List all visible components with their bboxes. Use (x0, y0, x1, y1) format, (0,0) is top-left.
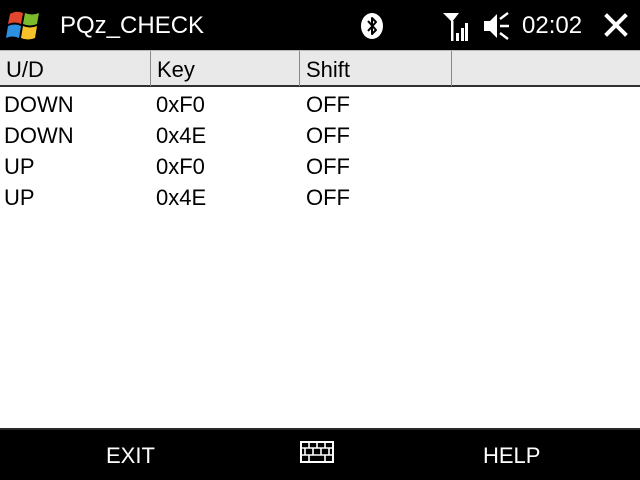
table-row[interactable]: UP 0xF0 OFF (0, 150, 640, 181)
close-icon[interactable] (604, 13, 628, 37)
column-header-shift[interactable]: Shift (300, 51, 452, 86)
keyboard-icon[interactable] (300, 441, 334, 463)
key-event-list: DOWN 0xF0 OFF DOWN 0x4E OFF UP 0xF0 OFF … (0, 88, 640, 212)
signal-icon[interactable] (442, 11, 468, 43)
cell-ud: DOWN (4, 123, 74, 148)
cell-key: 0x4E (156, 123, 207, 148)
clock[interactable]: 02:02 (522, 12, 582, 40)
cell-shift: OFF (306, 92, 350, 117)
cell-key: 0xF0 (156, 92, 205, 117)
softkey-bar: EXIT HELP (0, 428, 640, 480)
cell-shift: OFF (306, 154, 350, 179)
cell-shift: OFF (306, 185, 350, 210)
list-header: U/D Key Shift (0, 50, 640, 87)
app-title: PQz_CHECK (60, 12, 205, 39)
cell-key: 0x4E (156, 185, 207, 210)
column-header-key[interactable]: Key (151, 51, 300, 86)
table-row[interactable]: UP 0x4E OFF (0, 181, 640, 212)
cell-ud: UP (4, 185, 35, 210)
exit-softkey[interactable]: EXIT (106, 442, 155, 470)
title-bar: PQz_CHECK 02:02 (0, 0, 640, 50)
bluetooth-icon[interactable] (360, 12, 384, 40)
cell-shift: OFF (306, 123, 350, 148)
volume-muted-icon[interactable] (482, 11, 510, 41)
windows-start-icon[interactable] (4, 6, 44, 46)
column-header-ud[interactable]: U/D (0, 51, 151, 86)
cell-ud: DOWN (4, 92, 74, 117)
cell-ud: UP (4, 154, 35, 179)
help-softkey[interactable]: HELP (483, 442, 540, 470)
cell-key: 0xF0 (156, 154, 205, 179)
table-row[interactable]: DOWN 0x4E OFF (0, 119, 640, 150)
table-row[interactable]: DOWN 0xF0 OFF (0, 88, 640, 119)
